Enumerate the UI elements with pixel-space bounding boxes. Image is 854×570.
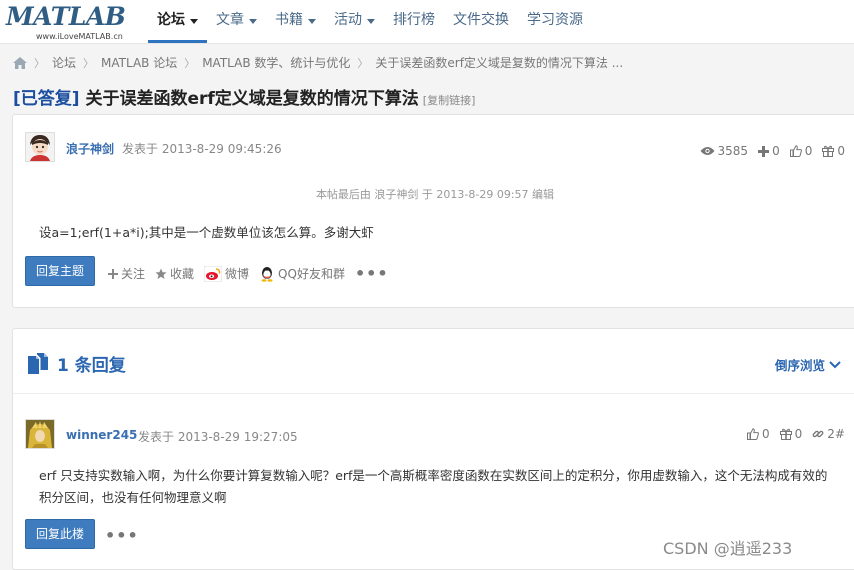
chevron-down-icon <box>190 18 198 24</box>
copy-link[interactable]: [复制链接] <box>423 94 476 107</box>
home-icon[interactable] <box>13 56 27 69</box>
reply-content: erf 只支持实数输入啊，为什么你要计算复数输入呢？erf是一个高斯概率密度函数… <box>39 468 828 505</box>
plus-icon <box>108 268 118 279</box>
post-date: 发表于 2013-8-29 19:27:05 <box>138 430 298 444</box>
follow-button[interactable]: 关注 <box>108 265 145 282</box>
plus-value: 0 <box>772 144 780 158</box>
favorite-button[interactable]: 收藏 <box>155 265 194 282</box>
qq-share-button[interactable]: QQ好友和群 <box>259 265 345 282</box>
replies-heading: 1 条回复 <box>27 351 126 376</box>
nav-item-books[interactable]: 书籍 <box>266 0 325 40</box>
nav-item-file-exchange[interactable]: 文件交换 <box>444 0 518 40</box>
replies-section: 1 条回复 倒序浏览 winner245 发表于 2013-8-29 19:27… <box>12 328 854 570</box>
breadcrumb-separator: 〉 <box>357 56 369 70</box>
nav-item-learning[interactable]: 学习资源 <box>518 0 592 40</box>
weibo-label: 微博 <box>225 267 250 281</box>
breadcrumb: 〉 论坛 〉 MATLAB 论坛 〉 MATLAB 数学、统计与优化 〉 关于误… <box>13 54 623 71</box>
nav-item-events[interactable]: 活动 <box>325 0 384 40</box>
gift-value: 0 <box>837 144 845 158</box>
qq-label: QQ好友和群 <box>278 267 345 281</box>
author-name[interactable]: 浪子神剑 <box>66 140 114 157</box>
nav-label: 排行榜 <box>393 12 435 28</box>
sort-toggle[interactable]: 倒序浏览 <box>775 355 841 374</box>
floor-link[interactable]: 2# <box>812 427 845 441</box>
nav-label: 论坛 <box>157 12 185 28</box>
like-value: 0 <box>762 427 770 441</box>
qq-icon <box>261 266 273 282</box>
thumbs-up-icon <box>747 428 759 440</box>
gift-icon <box>822 145 835 157</box>
weibo-share-button[interactable]: 微博 <box>204 265 249 282</box>
breadcrumb-separator: 〉 <box>184 56 196 70</box>
reply-topic-button[interactable]: 回复主题 <box>25 256 95 286</box>
nav-label: 学习资源 <box>527 12 583 28</box>
avatar[interactable] <box>25 419 55 449</box>
follow-label: 关注 <box>121 267 146 281</box>
breadcrumb-item-forum[interactable]: 论坛 <box>52 54 76 71</box>
chevron-down-icon <box>829 360 841 368</box>
reply-stats: 0 0 2# <box>737 427 845 441</box>
breadcrumb-item-current[interactable]: 关于误差函数erf定义域是复数的情况下算法 ... <box>375 54 623 71</box>
author-name[interactable]: winner245 <box>66 428 137 442</box>
post-date: 发表于 2013-8-29 09:45:26 <box>122 142 282 156</box>
main-post: 浪子神剑 发表于 2013-8-29 09:45:26 3585 0 0 0 本… <box>12 114 854 308</box>
link-icon <box>812 430 824 438</box>
sort-label: 倒序浏览 <box>774 358 825 373</box>
weibo-icon <box>204 265 223 282</box>
gift-value: 0 <box>794 427 803 441</box>
breadcrumb-separator: 〉 <box>83 56 95 70</box>
post-content: 设a=1;erf(1+a*i);其中是一个虚数单位该怎么算。多谢大虾 <box>39 225 374 240</box>
chevron-down-icon <box>308 18 316 24</box>
nav-item-forum[interactable]: 论坛 <box>148 0 207 43</box>
divider <box>13 393 854 394</box>
gift-count[interactable]: 0 <box>779 427 803 441</box>
more-icon[interactable]: ••• <box>355 264 389 283</box>
like-value: 0 <box>804 144 813 158</box>
views-count: 3585 <box>700 144 749 158</box>
reply-floor-button[interactable]: 回复此楼 <box>25 519 95 549</box>
nav-item-articles[interactable]: 文章 <box>207 0 266 40</box>
replies-count: 1 条回复 <box>57 356 126 376</box>
breadcrumb-item-category[interactable]: MATLAB 数学、统计与优化 <box>202 54 350 71</box>
site-logo[interactable]: MATLAB www.iLoveMATLAB.cn <box>6 2 142 42</box>
avatar[interactable] <box>25 132 55 162</box>
eye-icon <box>700 147 715 155</box>
edited-note: 本帖最后由 浪子神剑 于 2013-8-29 09:57 编辑 <box>315 188 555 201</box>
answered-tag[interactable]: [已答复] <box>13 89 80 109</box>
breadcrumb-separator: 〉 <box>34 56 45 70</box>
logo-text: MATLAB <box>6 2 126 31</box>
chevron-down-icon <box>249 18 257 24</box>
nav-label: 文章 <box>216 12 244 28</box>
plus-icon <box>758 145 770 157</box>
favorite-label: 收藏 <box>170 267 195 281</box>
nav-label: 活动 <box>334 12 362 28</box>
like-count[interactable]: 0 <box>789 144 813 158</box>
views-value: 3585 <box>717 144 749 158</box>
thumbs-up-icon <box>789 145 802 157</box>
thread-title: 关于误差函数erf定义域是复数的情况下算法 <box>79 89 419 109</box>
floor-number: 2# <box>827 427 845 441</box>
nav-label: 书籍 <box>275 12 303 28</box>
star-icon <box>155 268 167 279</box>
gift-icon <box>779 428 792 440</box>
top-nav: MATLAB www.iLoveMATLAB.cn 论坛 文章 书籍 活动 排行… <box>0 0 854 44</box>
csdn-watermark: CSDN @逍遥233 <box>663 539 793 558</box>
plus-count[interactable]: 0 <box>758 144 780 158</box>
gift-count[interactable]: 0 <box>822 144 845 158</box>
logo-url: www.iLoveMATLAB.cn <box>36 32 123 41</box>
post-stats: 3585 0 0 0 <box>690 144 845 158</box>
reply-actions: ••• <box>105 526 139 545</box>
main-nav: 论坛 文章 书籍 活动 排行榜 文件交换 学习资源 <box>148 0 592 43</box>
more-icon[interactable]: ••• <box>105 526 139 545</box>
documents-icon <box>28 352 48 374</box>
post-actions: 关注 收藏 微博 QQ好友和群 ••• <box>108 264 389 283</box>
page-title: [已答复] 关于误差函数erf定义域是复数的情况下算法 [复制链接] <box>13 84 475 109</box>
like-count[interactable]: 0 <box>747 427 770 441</box>
nav-item-ranking[interactable]: 排行榜 <box>384 0 444 40</box>
breadcrumb-item-matlab-forum[interactable]: MATLAB 论坛 <box>101 54 177 71</box>
chevron-down-icon <box>367 18 375 24</box>
nav-label: 文件交换 <box>453 12 509 28</box>
